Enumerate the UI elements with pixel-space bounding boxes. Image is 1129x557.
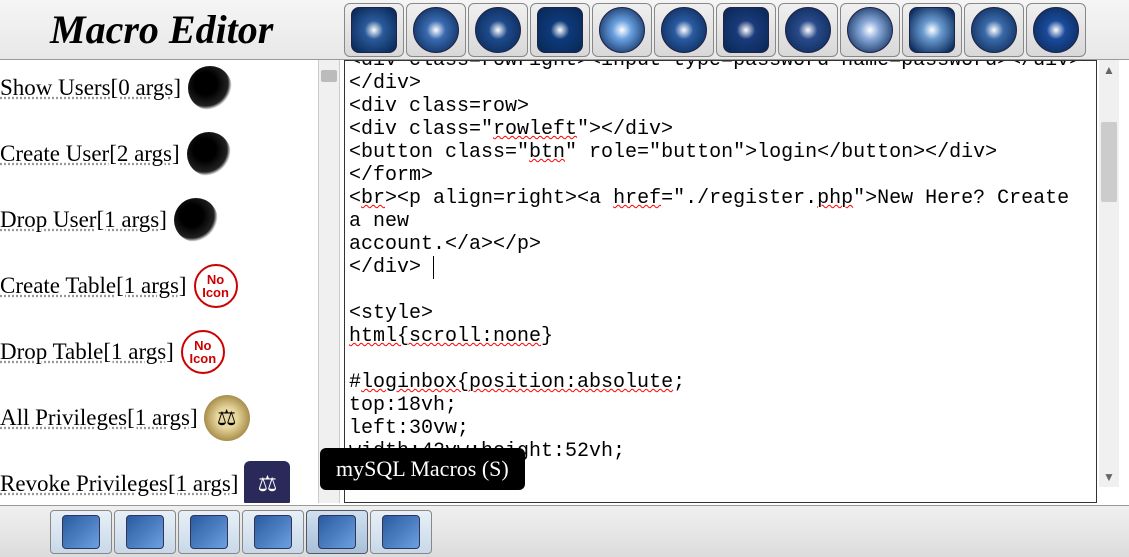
macro-list-sidebar: Show Users[0 args] Create User[2 args] Dro…	[0, 60, 318, 503]
tooltip: mySQL Macros (S)	[320, 448, 525, 490]
user-head-icon	[187, 65, 233, 111]
sidebar-scroll-thumb[interactable]	[321, 70, 337, 82]
bottom-tab-bar	[0, 505, 1129, 557]
code-line: account.</a></p>	[349, 233, 1092, 256]
code-line: </form>	[349, 164, 1092, 187]
toolbar-glyph-icon	[847, 7, 893, 53]
toolbar-icon-10[interactable]	[964, 3, 1024, 57]
toolbar-icon-11[interactable]	[1026, 3, 1086, 57]
code-line: left:30vw;	[349, 417, 1092, 440]
code-editor[interactable]: <div class=rowright><input type=password…	[344, 60, 1097, 503]
toolbar-glyph-icon	[909, 7, 955, 53]
code-line: html{scroll:none}	[349, 325, 1092, 348]
macro-item[interactable]: Revoke Privileges[1 args]⚖	[0, 456, 318, 503]
toolbar-glyph-icon	[723, 7, 769, 53]
toolbar-glyph-icon	[537, 7, 583, 53]
toolbar-icon-7[interactable]	[778, 3, 838, 57]
toolbar-icon-4[interactable]	[592, 3, 652, 57]
bottom-tab-5[interactable]	[370, 510, 432, 554]
macro-item-label[interactable]: Create Table[1 args]	[0, 273, 187, 299]
toolbar-glyph-icon	[1033, 7, 1079, 53]
toolbar-icon-2[interactable]	[468, 3, 528, 57]
code-line: <style>	[349, 302, 1092, 325]
code-line	[349, 348, 1092, 371]
toolbar-glyph-icon	[599, 7, 645, 53]
no-icon: NoIcon	[193, 263, 239, 309]
macro-item[interactable]: Drop User[1 args]	[0, 192, 318, 258]
bottom-tab-3[interactable]	[242, 510, 304, 554]
user-head-icon	[173, 197, 219, 243]
macro-item[interactable]: Create User[2 args]	[0, 126, 318, 192]
top-toolbar	[344, 3, 1086, 57]
tab-glyph-icon	[254, 515, 292, 549]
code-line: <div class=rowright><input type=password…	[349, 60, 1092, 72]
toolbar-icon-1[interactable]	[406, 3, 466, 57]
tab-glyph-icon	[126, 515, 164, 549]
editor-scrollbar[interactable]: ▲ ▼	[1099, 60, 1119, 487]
scales-dark-icon: ⚖	[244, 461, 290, 503]
toolbar-glyph-icon	[971, 7, 1017, 53]
scales-icon: ⚖	[204, 395, 250, 441]
bottom-tab-0[interactable]	[50, 510, 112, 554]
toolbar-icon-8[interactable]	[840, 3, 900, 57]
macro-item-label[interactable]: Show Users[0 args]	[0, 75, 181, 101]
code-line: </div>	[349, 72, 1092, 95]
toolbar-icon-0[interactable]	[344, 3, 404, 57]
toolbar-icon-9[interactable]	[902, 3, 962, 57]
macro-item[interactable]: All Privileges[1 args]⚖	[0, 390, 318, 456]
toolbar-glyph-icon	[351, 7, 397, 53]
code-line: <div class=row>	[349, 95, 1092, 118]
macro-item-label[interactable]: Drop Table[1 args]	[0, 339, 174, 365]
macro-item-label[interactable]: Create User[2 args]	[0, 141, 180, 167]
sidebar-scrollbar[interactable]	[318, 60, 340, 503]
code-line: top:18vh;	[349, 394, 1092, 417]
scroll-up-arrow[interactable]: ▲	[1101, 62, 1117, 78]
toolbar-glyph-icon	[413, 7, 459, 53]
code-line: </div>	[349, 256, 1092, 279]
bottom-tab-1[interactable]	[114, 510, 176, 554]
toolbar-icon-5[interactable]	[654, 3, 714, 57]
macro-item[interactable]: Drop Table[1 args]NoIcon	[0, 324, 318, 390]
bottom-tab-2[interactable]	[178, 510, 240, 554]
no-icon: NoIcon	[180, 329, 226, 375]
app-title: Macro Editor	[0, 6, 273, 53]
toolbar-glyph-icon	[785, 7, 831, 53]
toolbar-glyph-icon	[475, 7, 521, 53]
macro-item-label[interactable]: Drop User[1 args]	[0, 207, 167, 233]
macro-item[interactable]: Show Users[0 args]	[0, 60, 318, 126]
toolbar-glyph-icon	[661, 7, 707, 53]
toolbar-icon-6[interactable]	[716, 3, 776, 57]
code-line: <br><p align=right><a href="./register.p…	[349, 187, 1092, 233]
tab-glyph-icon	[382, 515, 420, 549]
code-line: #loginbox{position:absolute;	[349, 371, 1092, 394]
macro-item[interactable]: Create Table[1 args]NoIcon	[0, 258, 318, 324]
user-head-icon	[186, 131, 232, 177]
macro-item-label[interactable]: All Privileges[1 args]	[0, 405, 198, 431]
scroll-down-arrow[interactable]: ▼	[1101, 469, 1117, 485]
code-line	[349, 279, 1092, 302]
bottom-tab-4[interactable]	[306, 510, 368, 554]
toolbar-icon-3[interactable]	[530, 3, 590, 57]
macro-item-label[interactable]: Revoke Privileges[1 args]	[0, 471, 238, 497]
tab-glyph-icon	[62, 515, 100, 549]
tab-glyph-icon	[190, 515, 228, 549]
editor-scroll-thumb[interactable]	[1101, 122, 1117, 202]
tab-glyph-icon	[318, 515, 356, 549]
code-line: <button class="btn" role="button">login<…	[349, 141, 1092, 164]
code-line: <div class="rowleft"></div>	[349, 118, 1092, 141]
